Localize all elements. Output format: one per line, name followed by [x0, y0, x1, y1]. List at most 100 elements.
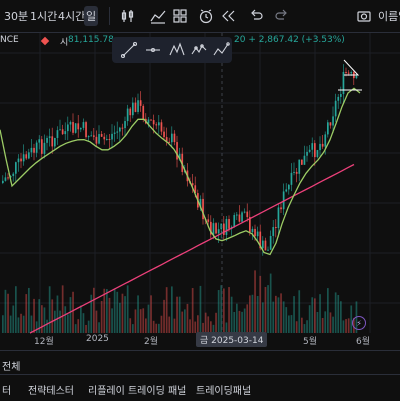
volume-bar: [340, 301, 342, 333]
candle-body: [12, 173, 15, 177]
candle-body: [51, 136, 54, 147]
candle-body: [152, 120, 155, 125]
candle-body: [334, 100, 337, 117]
interval-30m[interactable]: 30분: [4, 8, 28, 24]
candle-body: [43, 142, 46, 154]
candle-body: [256, 231, 259, 237]
candle-body: [74, 123, 77, 133]
candle-body: [233, 215, 236, 227]
wave-tool-icon[interactable]: [190, 41, 208, 63]
volume-bar: [186, 303, 189, 333]
interval-1h[interactable]: 1시간: [30, 8, 57, 24]
candle-body: [275, 227, 277, 229]
lightning-icon[interactable]: ⚡: [352, 316, 366, 330]
time-axis[interactable]: 12월 2025 2월 4월 5월 6월 금 2025-03-14: [0, 332, 400, 348]
candle-body: [298, 159, 301, 174]
candle-body: [246, 211, 249, 218]
price-value: 81,115.78: [68, 35, 114, 45]
volume-bar: [311, 297, 314, 333]
range-all-button[interactable]: 전체: [2, 358, 20, 373]
volume-bar: [178, 296, 181, 333]
candle-body: [72, 122, 74, 133]
camera-icon[interactable]: [354, 6, 374, 26]
candle-body: [347, 72, 350, 74]
layout-grid-icon[interactable]: [170, 6, 190, 26]
candles-icon[interactable]: [118, 6, 138, 26]
undo-icon[interactable]: [246, 6, 266, 26]
tab-strategy-tester[interactable]: 전략테스터: [28, 382, 74, 397]
horizontal-line-tool-icon[interactable]: [144, 41, 162, 63]
volume-bar: [15, 286, 17, 333]
volume-bar: [223, 288, 225, 333]
price-chart[interactable]: [0, 33, 400, 348]
pattern-tool-icon[interactable]: [168, 41, 186, 63]
xaxis-label: 6월: [356, 337, 371, 347]
volume-bar: [191, 288, 194, 333]
candle-body: [207, 219, 210, 222]
candle-body: [251, 228, 254, 233]
exchange-name[interactable]: NCE: [0, 35, 19, 45]
candle-body: [82, 122, 85, 128]
volume-bar: [171, 286, 173, 333]
candle-body: [319, 143, 321, 151]
candle-body: [80, 127, 82, 130]
tab-screener-fragment[interactable]: 터: [2, 382, 11, 397]
interval-4h[interactable]: 4시간: [58, 8, 85, 24]
volume-bar: [236, 303, 238, 333]
candle-body: [7, 177, 9, 179]
redo-icon[interactable]: [272, 6, 292, 26]
volume-bar: [267, 285, 269, 333]
candle-body: [340, 94, 342, 97]
volume-bar: [134, 309, 137, 333]
candle-body: [350, 72, 353, 74]
chart-settings-divider: [100, 6, 120, 26]
volume-bar: [48, 286, 51, 333]
xaxis-label: 12월: [34, 337, 54, 347]
candle-body: [126, 108, 129, 122]
volume-bar: [61, 285, 64, 333]
candle-body: [129, 108, 132, 116]
trendline-tool-icon[interactable]: [120, 41, 138, 63]
volume-bar: [347, 318, 350, 333]
indicators-icon[interactable]: [148, 6, 168, 26]
candle-body: [64, 131, 67, 135]
candle-body: [2, 180, 4, 183]
volume-bar: [228, 287, 230, 333]
volume-bar: [246, 304, 249, 333]
volume-bar: [264, 286, 267, 333]
volume-bar: [181, 311, 184, 333]
candle-body: [98, 134, 100, 144]
volume-bar: [2, 315, 4, 333]
volume-bar: [256, 296, 259, 333]
volume-bar: [12, 305, 15, 333]
volume-bar: [46, 319, 48, 333]
volume-bar: [282, 301, 285, 333]
volume-bar: [254, 270, 256, 333]
replay-rewind-icon[interactable]: [218, 6, 238, 26]
candle-body: [4, 177, 7, 181]
volume-bar: [145, 318, 147, 333]
volume-bar: [189, 319, 191, 333]
volume-bar: [95, 310, 98, 333]
volume-bar: [54, 310, 56, 333]
candle-body: [254, 228, 256, 237]
volume-bar: [93, 287, 95, 333]
layout-name[interactable]: 이름없: [378, 8, 400, 24]
volume-bar: [290, 315, 293, 333]
interval-1d-active[interactable]: 일: [84, 6, 98, 26]
tab-replay-trading-panel[interactable]: 리플레이 트레이딩 패널: [88, 382, 186, 397]
candle-body: [95, 136, 98, 144]
tab-trading-panel[interactable]: 트레이딩패널: [196, 382, 251, 397]
top-toolbar: 30분 1시간 4시간 일 이름없: [0, 0, 400, 33]
alert-clock-icon[interactable]: [196, 6, 216, 26]
candle-body: [61, 129, 64, 135]
volume-bar: [241, 311, 243, 333]
price-change: 20 + 2,867.42 (+3.53%): [234, 35, 345, 45]
candle-body: [134, 102, 137, 112]
projection-tool-icon[interactable]: [212, 41, 230, 63]
candle-body: [308, 149, 311, 152]
candle-body: [316, 150, 319, 158]
volume-bar: [67, 314, 69, 333]
volume-bar: [243, 308, 246, 333]
candle-body: [87, 136, 90, 138]
